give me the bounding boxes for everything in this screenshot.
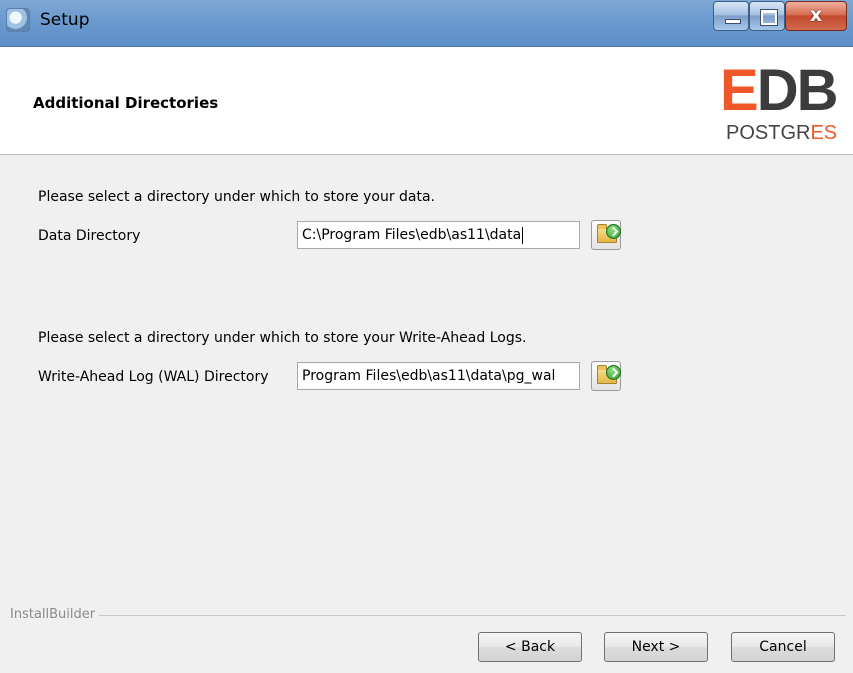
logo-postgres-text: POSTGRES — [726, 122, 838, 144]
data-directory-browse-button[interactable] — [591, 220, 621, 250]
window-title: Setup — [40, 10, 90, 30]
footer-divider — [90, 615, 846, 616]
maximize-button[interactable] — [749, 1, 785, 31]
setup-app-icon — [6, 8, 30, 32]
browse-arrow-icon — [606, 224, 621, 239]
cancel-button[interactable]: Cancel — [731, 632, 835, 662]
logo-edb-text: EDB — [720, 58, 838, 123]
installbuilder-label: InstallBuilder — [10, 607, 100, 622]
page-header: Additional Directories EDB POSTGRES — [0, 47, 853, 155]
wal-directory-input[interactable]: Program Files\edb\as11\data\pg_wal — [297, 362, 580, 390]
page-title: Additional Directories — [33, 94, 219, 112]
back-button[interactable]: < Back — [478, 632, 582, 662]
data-directory-input[interactable]: C:\Program Files\edb\as11\data — [297, 221, 580, 249]
minimize-button[interactable] — [713, 1, 749, 31]
wal-directory-prompt: Please select a directory under which to… — [38, 330, 527, 346]
next-button[interactable]: Next > — [604, 632, 708, 662]
browse-arrow-icon — [606, 365, 621, 380]
close-icon: x — [809, 4, 823, 26]
maximize-icon — [761, 10, 777, 25]
text-caret — [522, 226, 524, 244]
minimize-icon — [725, 19, 741, 24]
data-directory-label: Data Directory — [38, 228, 141, 244]
edb-postgres-logo: EDB POSTGRES — [720, 59, 853, 149]
title-bar: Setup x — [0, 0, 853, 47]
close-button[interactable]: x — [785, 1, 847, 31]
wal-directory-label: Write-Ahead Log (WAL) Directory — [38, 369, 269, 385]
wal-directory-browse-button[interactable] — [591, 361, 621, 391]
data-directory-prompt: Please select a directory under which to… — [38, 189, 436, 205]
